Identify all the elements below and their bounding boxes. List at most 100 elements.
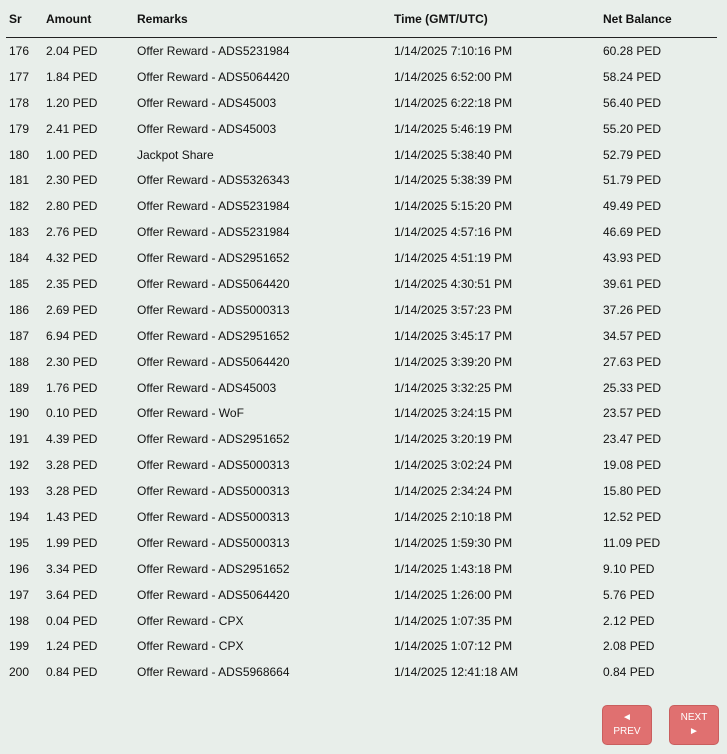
cell-sr: 198: [9, 613, 30, 628]
cell-time: 1/14/2025 5:38:39 PM: [394, 173, 513, 188]
cell-sr: 191: [9, 432, 30, 447]
cell-sr: 178: [9, 95, 30, 110]
cell-net-balance: 5.76 PED: [603, 587, 655, 602]
cell-time: 1/14/2025 4:30:51 PM: [394, 276, 513, 291]
cell-remarks: Offer Reward - ADS5968664: [137, 665, 290, 680]
cell-net-balance: 34.57 PED: [603, 328, 662, 343]
table-row: 196 3.34 PED Offer Reward - ADS2951652 1/14…: [6, 556, 717, 582]
cell-time: 1/14/2025 2:10:18 PM: [394, 509, 513, 524]
cell-amount: 1.99 PED: [46, 535, 98, 550]
table-row: 176 2.04 PED Offer Reward - ADS5231984 1/14…: [6, 38, 717, 64]
cell-sr: 190: [9, 406, 30, 421]
cell-remarks: Offer Reward - ADS5000313: [137, 302, 290, 317]
table-row: 184 4.32 PED Offer Reward - ADS2951652 1/14…: [6, 245, 717, 271]
header-net-balance: Net Balance: [603, 0, 717, 38]
cell-sr: 176: [9, 43, 30, 58]
cell-amount: 2.30 PED: [46, 173, 98, 188]
next-label: NEXT: [680, 712, 708, 723]
cell-amount: 1.84 PED: [46, 69, 98, 84]
table-row: 199 1.24 PED Offer Reward - CPX 1/14/2025 1…: [6, 633, 717, 659]
cell-amount: 2.80 PED: [46, 199, 98, 214]
cell-remarks: Offer Reward - WoF: [137, 406, 244, 421]
cell-net-balance: 58.24 PED: [603, 69, 662, 84]
table-row: 177 1.84 PED Offer Reward - ADS5064420 1/14…: [6, 64, 717, 90]
table-row: 190 0.10 PED Offer Reward - WoF 1/14/2025 3…: [6, 400, 717, 426]
cell-amount: 1.20 PED: [46, 95, 98, 110]
cell-amount: 0.04 PED: [46, 613, 98, 628]
table-row: 194 1.43 PED Offer Reward - ADS5000313 1/14…: [6, 504, 717, 530]
cell-amount: 3.28 PED: [46, 484, 98, 499]
cell-net-balance: 15.80 PED: [603, 484, 662, 499]
table-row: 189 1.76 PED Offer Reward - ADS45003 1/14/2…: [6, 375, 717, 401]
cell-net-balance: 12.52 PED: [603, 509, 662, 524]
header-sr: Sr: [6, 0, 46, 38]
cell-sr: 183: [9, 225, 30, 240]
cell-net-balance: 11.09 PED: [603, 535, 661, 550]
cell-remarks: Offer Reward - ADS2951652: [137, 561, 290, 576]
table-body: 176 2.04 PED Offer Reward - ADS5231984 1/14…: [6, 38, 717, 686]
cell-remarks: Offer Reward - ADS5231984: [137, 225, 290, 240]
cell-time: 1/14/2025 3:32:25 PM: [394, 380, 513, 395]
header-amount: Amount: [46, 0, 137, 38]
cell-time: 1/14/2025 1:43:18 PM: [394, 561, 513, 576]
cell-remarks: Offer Reward - ADS5064420: [137, 276, 290, 291]
cell-remarks: Offer Reward - ADS5000313: [137, 484, 290, 499]
table-row: 198 0.04 PED Offer Reward - CPX 1/14/2025 1…: [6, 608, 717, 634]
cell-net-balance: 2.08 PED: [603, 639, 655, 654]
cell-sr: 194: [9, 509, 30, 524]
cell-remarks: Offer Reward - ADS45003: [137, 380, 277, 395]
cell-amount: 2.41 PED: [46, 121, 98, 136]
cell-net-balance: 55.20 PED: [603, 121, 662, 136]
cell-time: 1/14/2025 4:57:16 PM: [394, 225, 513, 240]
table-row: 181 2.30 PED Offer Reward - ADS5326343 1/14…: [6, 167, 717, 193]
cell-amount: 2.69 PED: [46, 302, 98, 317]
cell-remarks: Offer Reward - ADS5064420: [137, 354, 290, 369]
cell-amount: 2.04 PED: [46, 43, 98, 58]
cell-sr: 199: [9, 639, 30, 654]
cell-time: 1/14/2025 3:45:17 PM: [394, 328, 513, 343]
cell-net-balance: 27.63 PED: [603, 354, 662, 369]
cell-time: 1/14/2025 6:22:18 PM: [394, 95, 513, 110]
cell-net-balance: 39.61 PED: [603, 276, 662, 291]
cell-sr: 195: [9, 535, 30, 550]
cell-sr: 184: [9, 251, 30, 266]
cell-amount: 0.10 PED: [46, 406, 98, 421]
cell-time: 1/14/2025 3:20:19 PM: [394, 432, 513, 447]
cell-remarks: Offer Reward - ADS2951652: [137, 432, 290, 447]
cell-remarks: Offer Reward - ADS5064420: [137, 587, 290, 602]
table-header: Sr Amount Remarks Time (GMT/UTC) Net Bal…: [6, 0, 717, 38]
table-row: 191 4.39 PED Offer Reward - ADS2951652 1/14…: [6, 426, 717, 452]
cell-sr: 181: [9, 173, 30, 188]
table-row: 188 2.30 PED Offer Reward - ADS5064420 1/14…: [6, 349, 717, 375]
cell-time: 1/14/2025 6:52:00 PM: [394, 69, 513, 84]
left-triangle-icon: ◄: [622, 712, 632, 723]
cell-sr: 200: [9, 665, 30, 680]
cell-time: 1/14/2025 3:02:24 PM: [394, 458, 513, 473]
cell-sr: 187: [9, 328, 30, 343]
cell-sr: 177: [9, 69, 30, 84]
cell-net-balance: 2.12 PED: [603, 613, 655, 628]
cell-remarks: Offer Reward - ADS2951652: [137, 328, 290, 343]
header-row: Sr Amount Remarks Time (GMT/UTC) Net Bal…: [6, 0, 717, 38]
cell-time: 1/14/2025 12:41:18 AM: [394, 665, 519, 680]
table-row: 178 1.20 PED Offer Reward - ADS45003 1/14/2…: [6, 90, 717, 116]
cell-sr: 185: [9, 276, 30, 291]
cell-net-balance: 23.47 PED: [603, 432, 662, 447]
cell-sr: 196: [9, 561, 30, 576]
cell-sr: 193: [9, 484, 30, 499]
next-button[interactable]: NEXT ►: [669, 705, 719, 745]
table-row: 187 6.94 PED Offer Reward - ADS2951652 1/14…: [6, 323, 717, 349]
cell-time: 1/14/2025 3:39:20 PM: [394, 354, 513, 369]
cell-remarks: Offer Reward - ADS5231984: [137, 199, 290, 214]
cell-time: 1/14/2025 7:10:16 PM: [394, 43, 513, 58]
prev-button[interactable]: ◄ PREV: [602, 705, 652, 745]
cell-net-balance: 52.79 PED: [603, 147, 662, 162]
cell-time: 1/14/2025 1:07:35 PM: [394, 613, 513, 628]
table-row: 179 2.41 PED Offer Reward - ADS45003 1/14/2…: [6, 116, 717, 142]
cell-remarks: Offer Reward - ADS45003: [137, 121, 277, 136]
cell-time: 1/14/2025 3:57:23 PM: [394, 302, 513, 317]
cell-amount: 4.32 PED: [46, 251, 98, 266]
cell-remarks: Offer Reward - ADS5231984: [137, 43, 290, 58]
cell-amount: 3.34 PED: [46, 561, 98, 576]
cell-time: 1/14/2025 5:15:20 PM: [394, 199, 513, 214]
